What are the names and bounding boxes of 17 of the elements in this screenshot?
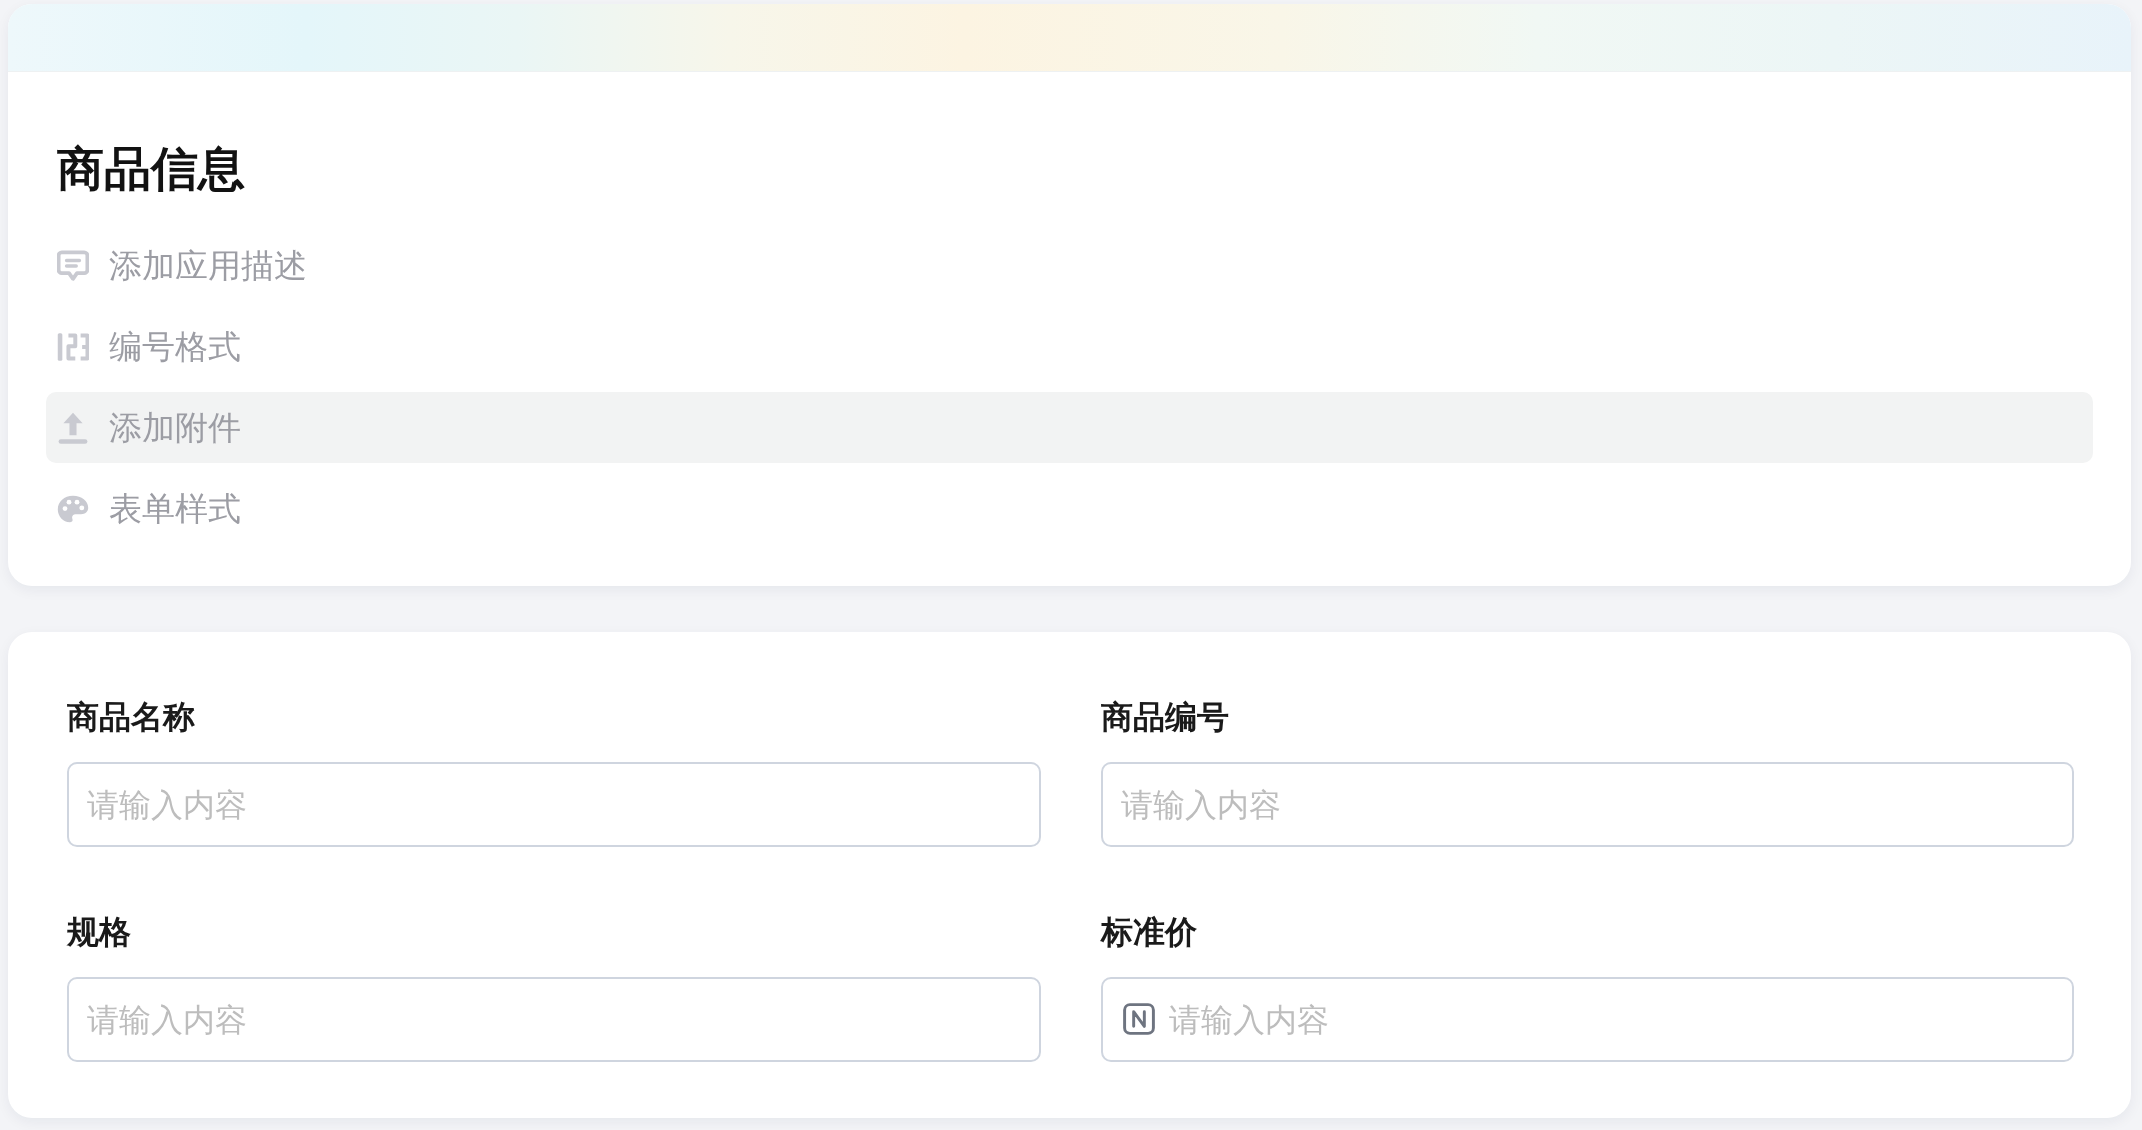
section-title: 商品信息	[57, 140, 245, 198]
menu-item[interactable]: 添加附件	[46, 392, 2093, 463]
comment-icon	[57, 249, 89, 282]
input-field[interactable]: 请输入内容	[1100, 977, 2074, 1062]
upload-icon	[57, 411, 89, 444]
letter-n-icon	[1122, 1003, 1155, 1035]
field-label: 标准价	[1100, 912, 1197, 953]
field-label: 规格	[67, 912, 131, 953]
input-field[interactable]: 请输入内容	[1100, 762, 2074, 847]
menu-item[interactable]: 添加应用描述	[46, 230, 2093, 301]
menu-item[interactable]: 编号格式	[46, 311, 2093, 382]
input-field[interactable]: 请输入内容	[67, 762, 1041, 847]
field-label: 商品名称	[67, 697, 195, 738]
numbering-icon	[57, 330, 89, 363]
input-field[interactable]: 请输入内容	[67, 977, 1041, 1062]
field-label: 商品编号	[1100, 697, 1229, 738]
menu-item[interactable]: 表单样式	[46, 473, 2093, 544]
